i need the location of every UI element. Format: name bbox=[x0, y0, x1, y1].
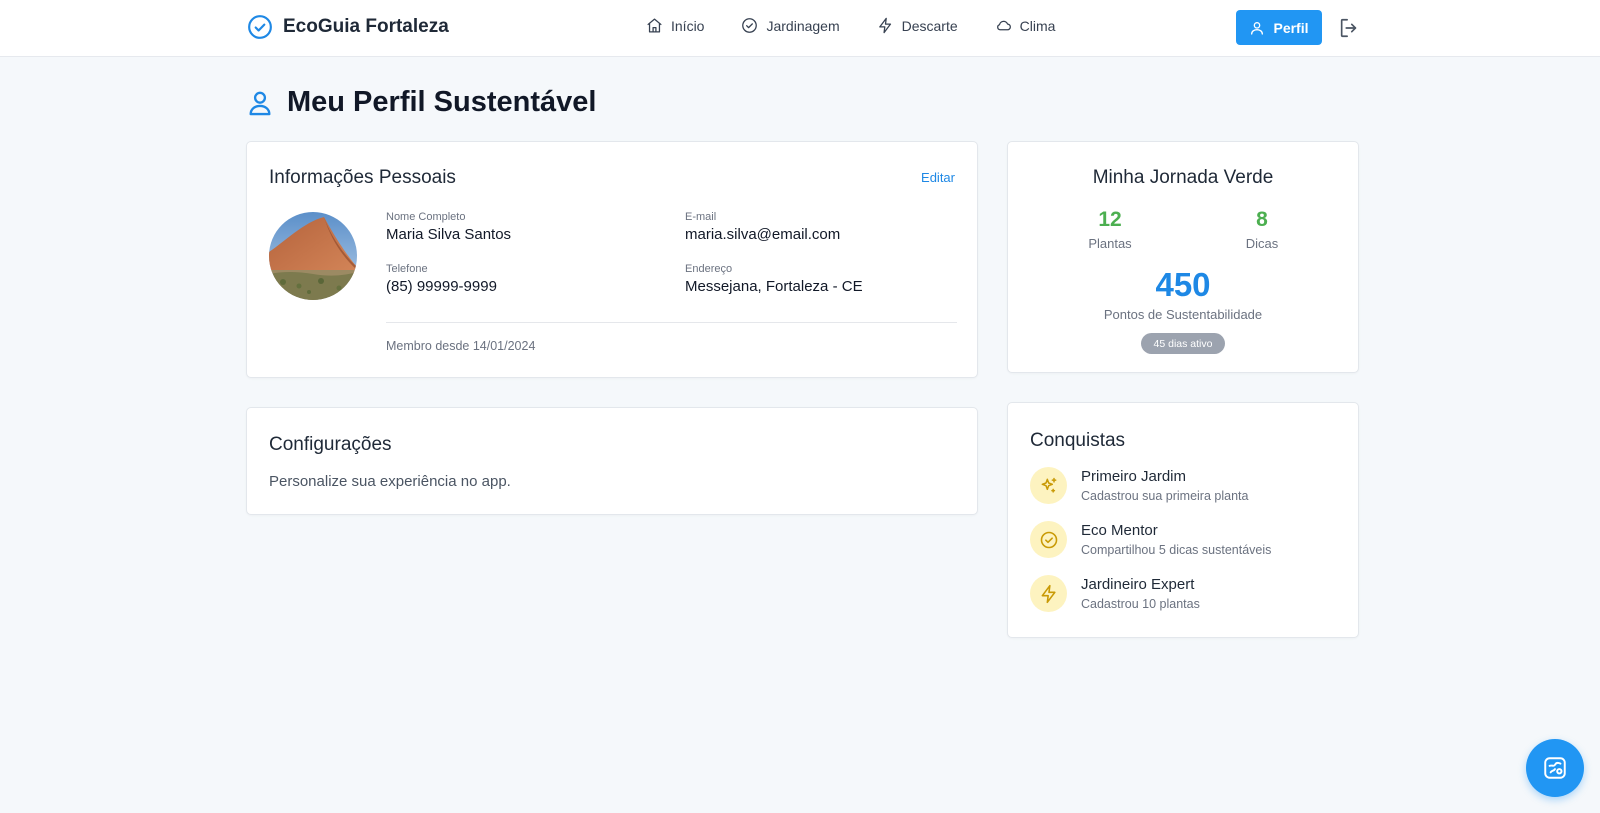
achievement-name: Jardineiro Expert bbox=[1081, 576, 1195, 593]
logout-icon[interactable] bbox=[1338, 17, 1360, 39]
user-icon bbox=[1251, 21, 1264, 35]
nav-item-jardinagem[interactable]: Jardinagem bbox=[741, 17, 840, 34]
settings-card: Configurações Personalize sua experiênci… bbox=[246, 407, 978, 515]
nav-item-inicio[interactable]: Início bbox=[646, 17, 704, 34]
nav-item-label: Descarte bbox=[901, 17, 958, 34]
green-journey-card: Minha Jornada Verde 12 Plantas 8 Dicas 4… bbox=[1007, 141, 1359, 373]
stat-label: Dicas bbox=[1245, 236, 1279, 251]
nav-item-label: Jardinagem bbox=[766, 17, 840, 34]
top-navbar: EcoGuia Fortaleza Início Jardinagem Desc… bbox=[0, 0, 1600, 57]
achievements-card: Conquistas Primeiro Jardim Cadastrou sua… bbox=[1007, 402, 1359, 638]
points-value: 450 bbox=[1155, 266, 1211, 303]
globe-chat-icon bbox=[1544, 757, 1566, 779]
brand[interactable]: EcoGuia Fortaleza bbox=[247, 14, 449, 40]
nav-item-descarte[interactable]: Descarte bbox=[877, 17, 958, 34]
address-field: Endereço Messejana, Fortaleza - CE bbox=[685, 263, 863, 295]
nav-item-label: Início bbox=[671, 17, 705, 34]
check-circle-icon bbox=[1040, 531, 1057, 548]
achievement-icon-wrap bbox=[1030, 467, 1067, 504]
sustainability-points: 450 Pontos de Sustentabilidade bbox=[1008, 268, 1358, 322]
field-value: Maria Silva Santos bbox=[386, 226, 512, 243]
card-title: Conquistas bbox=[1030, 430, 1126, 451]
tips-stat: 8 Dicas bbox=[1212, 208, 1312, 251]
user-icon bbox=[249, 91, 271, 115]
phone-field: Telefone (85) 99999-9999 bbox=[386, 263, 497, 295]
avatar-photo bbox=[269, 212, 357, 300]
nav-item-label: Clima bbox=[1019, 17, 1056, 34]
stat-value: 8 bbox=[1256, 208, 1268, 231]
card-title: Informações Pessoais bbox=[269, 167, 456, 188]
chat-fab-button[interactable] bbox=[1526, 739, 1584, 797]
achievement-desc: Compartilhou 5 dicas sustentáveis bbox=[1081, 543, 1272, 557]
check-circle-icon bbox=[248, 15, 272, 39]
plants-stat: 12 Plantas bbox=[1060, 208, 1160, 251]
field-label: E-mail bbox=[685, 211, 717, 223]
settings-description: Personalize sua experiência no app. bbox=[269, 473, 511, 490]
achievement-name: Primeiro Jardim bbox=[1081, 468, 1187, 485]
achievement-name: Eco Mentor bbox=[1081, 522, 1158, 539]
achievement-icon-wrap bbox=[1030, 575, 1067, 612]
profile-button-label: Perfil bbox=[1273, 19, 1309, 36]
achievement-item: Primeiro Jardim Cadastrou sua primeira p… bbox=[1030, 467, 1248, 504]
home-icon bbox=[647, 18, 662, 33]
achievement-desc: Cadastrou 10 plantas bbox=[1081, 597, 1200, 611]
lightning-icon bbox=[878, 17, 891, 34]
field-label: Endereço bbox=[685, 263, 733, 275]
achievement-item: Jardineiro Expert Cadastrou 10 plantas bbox=[1030, 575, 1200, 612]
stat-label: Plantas bbox=[1088, 236, 1132, 251]
divider bbox=[386, 322, 957, 323]
lightning-icon bbox=[1041, 584, 1056, 603]
profile-button[interactable]: Perfil bbox=[1236, 10, 1322, 45]
stat-value: 12 bbox=[1098, 208, 1122, 231]
active-days-badge: 45 dias ativo bbox=[1141, 333, 1225, 354]
main-nav: Início Jardinagem Descarte Clima bbox=[646, 17, 1092, 34]
card-title: Configurações bbox=[269, 434, 392, 455]
brand-name: EcoGuia Fortaleza bbox=[283, 16, 449, 37]
check-circle-icon bbox=[742, 18, 758, 33]
personal-info-card: Informações Pessoais Editar Nome Complet… bbox=[246, 141, 978, 378]
nav-item-clima[interactable]: Clima bbox=[995, 17, 1056, 34]
field-value: Messejana, Fortaleza - CE bbox=[685, 278, 863, 295]
member-since: Membro desde 14/01/2024 bbox=[386, 339, 536, 353]
page-header: Meu Perfil Sustentável bbox=[246, 86, 596, 119]
field-label: Telefone bbox=[386, 263, 428, 275]
achievement-desc: Cadastrou sua primeira planta bbox=[1081, 489, 1249, 503]
cloud-icon bbox=[996, 20, 1011, 31]
edit-link[interactable]: Editar bbox=[921, 170, 955, 185]
field-value: (85) 99999-9999 bbox=[386, 278, 497, 295]
full-name-field: Nome Completo Maria Silva Santos bbox=[386, 211, 511, 243]
sparkles-icon bbox=[1041, 477, 1056, 493]
field-value: maria.silva@email.com bbox=[685, 226, 841, 243]
achievement-item: Eco Mentor Compartilhou 5 dicas sustentá… bbox=[1030, 521, 1271, 558]
page-title: Meu Perfil Sustentável bbox=[287, 86, 597, 118]
card-title: Minha Jornada Verde bbox=[1092, 167, 1274, 188]
points-label: Pontos de Sustentabilidade bbox=[1103, 307, 1263, 322]
achievement-icon-wrap bbox=[1030, 521, 1067, 558]
email-field: E-mail maria.silva@email.com bbox=[685, 211, 840, 243]
avatar bbox=[269, 212, 357, 300]
field-label: Nome Completo bbox=[386, 211, 466, 223]
